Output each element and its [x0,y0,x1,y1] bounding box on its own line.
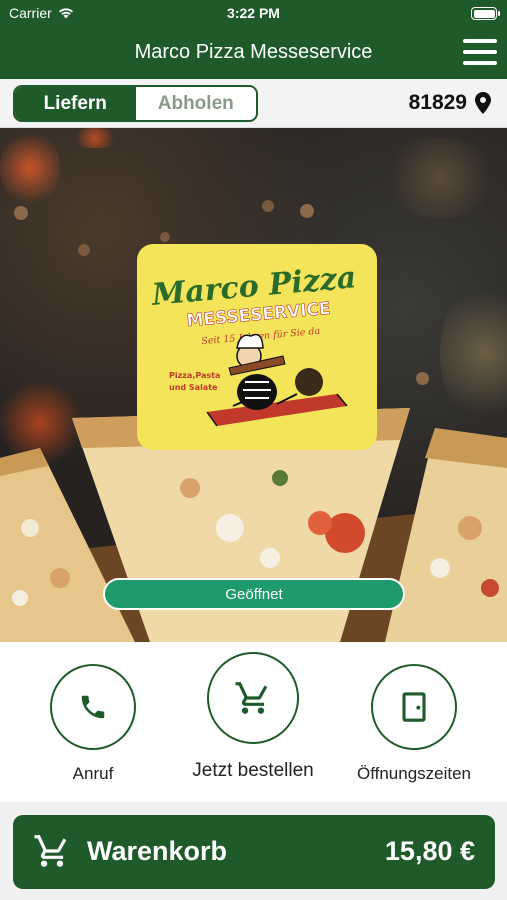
restaurant-logo: Marco Pizza MESSESERVICE Seit 15 Jahren … [137,244,377,450]
hamburger-icon [463,39,497,43]
phone-icon [81,695,105,719]
chef-mascot-icon [206,333,348,427]
cart-icon [34,835,67,867]
status-bar: Carrier 3:22 PM [0,0,507,27]
opening-hours-label: Öffnungszeiten [356,764,472,783]
opening-hours-action[interactable]: Öffnungszeiten [324,664,504,784]
door-icon [402,692,426,722]
cart-total: 15,80 € [384,836,475,866]
cart-label: Warenkorb [87,836,228,866]
logo-side-line1: Pizza,Pasta [169,371,220,380]
order-now-label: Jetzt bestellen [192,760,314,781]
cart-icon [235,682,268,714]
pickup-tab[interactable]: Abholen [135,87,256,120]
quick-actions: Anruf Jetzt bestellen Öffnungszeiten [0,642,507,802]
menu-button[interactable] [463,39,497,65]
cart-button[interactable]: Warenkorb 15,80 € [13,815,495,889]
open-status-button[interactable]: Geöffnet [103,578,405,610]
location-pin-icon [475,92,491,114]
deliver-tab[interactable]: Liefern [15,87,136,120]
page-title: Marco Pizza Messeservice [134,41,373,63]
zip-code: 81829 [408,91,467,114]
battery-icon [471,7,500,20]
hero-banner: Marco Pizza MESSESERVICE Seit 15 Jahren … [0,128,507,642]
nav-bar: Marco Pizza Messeservice [0,27,507,79]
delivery-mode-bar: Liefern Abholen 81829 [0,79,507,128]
call-action[interactable]: Anruf [3,664,183,784]
logo-side-line2: und Salate [169,383,218,392]
status-time: 3:22 PM [227,5,280,21]
cart-area: Warenkorb 15,80 € [0,802,507,900]
zip-location[interactable]: 81829 [409,91,491,115]
delivery-mode-toggle: Liefern Abholen [13,85,258,122]
call-label: Anruf [72,764,114,783]
order-now-action[interactable]: Jetzt bestellen [163,652,343,782]
